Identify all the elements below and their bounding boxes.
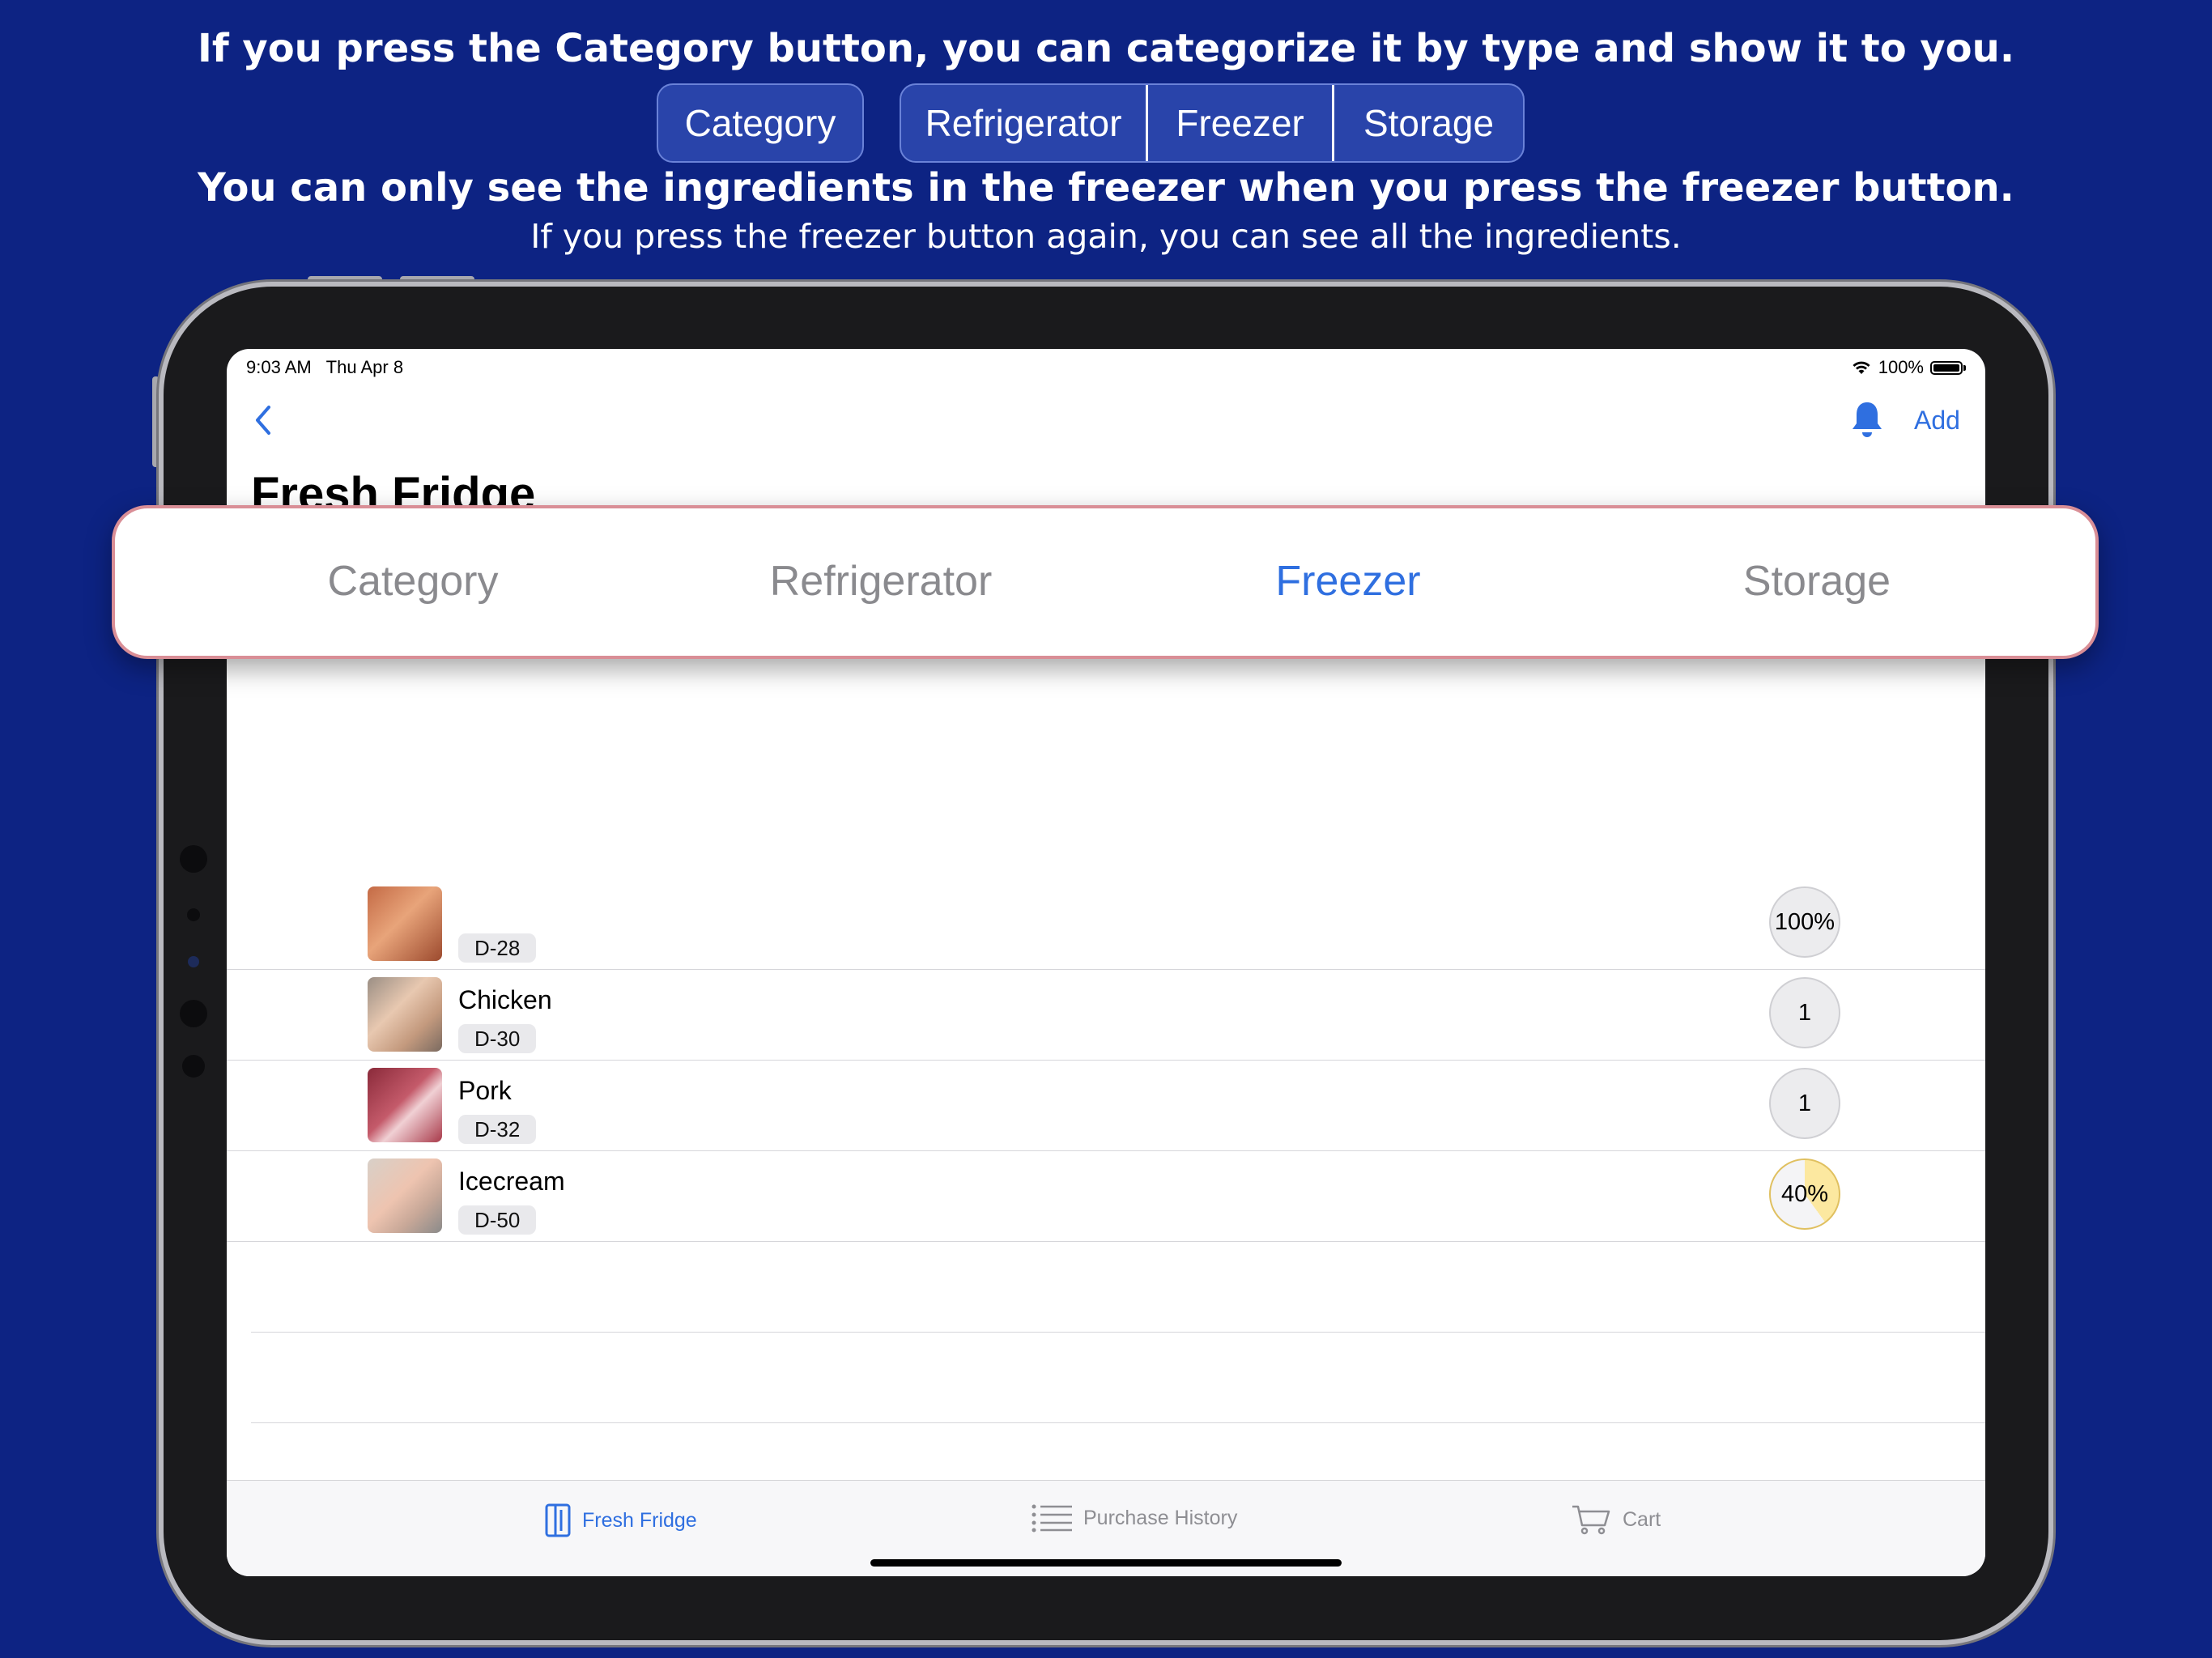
promo-segment-refrigerator: Refrigerator [901, 85, 1148, 161]
item-name: Icecream [458, 1167, 565, 1196]
item-dday-badge: D-50 [458, 1205, 537, 1235]
item-quantity[interactable]: 1 [1769, 1068, 1840, 1139]
empty-row-separator [251, 1332, 1985, 1333]
cart-icon [1572, 1505, 1610, 1535]
promo-headline: If you press the Category button, you ca… [197, 26, 2015, 71]
battery-percent: 100% [1878, 357, 1924, 377]
add-button[interactable]: Add [1914, 406, 1960, 436]
promo-caption: If you press the freezer button again, y… [530, 217, 1682, 256]
tab-fresh-fridge[interactable]: Fresh Fridge [545, 1503, 697, 1537]
category-filter-bar: Category Refrigerator Freezer Storage [112, 505, 2099, 659]
promo-segment-freezer: Freezer [1148, 85, 1334, 161]
promo-subheadline: You can only see the ingredients in the … [198, 165, 2014, 210]
list-icon [1032, 1504, 1072, 1533]
list-item[interactable]: Icecream D-50 40% [227, 1150, 1985, 1242]
bell-icon[interactable] [1849, 399, 1885, 440]
tab-cart[interactable]: Cart [1571, 1503, 1661, 1536]
item-dday-badge: D-30 [458, 1024, 537, 1053]
status-time-date: 9:03 AM Thu Apr 8 [246, 357, 403, 378]
camera-dot [180, 845, 207, 873]
tab-label: Purchase History [1083, 1506, 1238, 1529]
fridge-icon [545, 1503, 571, 1537]
item-name: Chicken [458, 985, 552, 1014]
list-item[interactable]: Pork D-32 1 [227, 1060, 1985, 1151]
battery-icon [1930, 360, 1963, 375]
item-quantity[interactable]: 100% [1769, 886, 1840, 958]
tab-label: Fresh Fridge [582, 1508, 697, 1532]
battery-tip [1963, 364, 1966, 371]
filter-refrigerator[interactable]: Refrigerator [678, 557, 1083, 606]
list-item[interactable]: Chicken D-30 1 [227, 969, 1985, 1061]
wifi-icon [1853, 361, 1870, 374]
home-indicator [870, 1559, 1342, 1567]
item-quantity-progress[interactable]: 40% [1769, 1158, 1840, 1230]
filter-freezer[interactable]: Freezer [1146, 557, 1551, 606]
item-name: Pork [458, 1076, 512, 1105]
item-thumbnail [368, 886, 442, 961]
chevron-left-icon[interactable] [248, 399, 280, 441]
promo-category-button: Category [657, 83, 864, 163]
camera-dot [180, 1000, 207, 1027]
item-thumbnail [368, 1158, 442, 1233]
item-quantity[interactable]: 1 [1769, 977, 1840, 1048]
camera-dot [187, 908, 200, 921]
filter-category[interactable]: Category [211, 557, 615, 606]
list-item[interactable]: D-28 100% [227, 878, 1985, 970]
item-thumbnail [368, 1068, 442, 1142]
tab-label: Cart [1623, 1507, 1661, 1531]
filter-storage[interactable]: Storage [1614, 557, 2019, 606]
tab-purchase-history[interactable]: Purchase History [1032, 1503, 1237, 1533]
promo-segmented-control: Refrigerator Freezer Storage [900, 83, 1525, 163]
empty-row-separator [251, 1422, 1985, 1423]
item-thumbnail [368, 977, 442, 1052]
item-dday-badge: D-32 [458, 1115, 537, 1144]
status-date: Thu Apr 8 [325, 357, 404, 377]
item-dday-badge: D-28 [458, 933, 537, 963]
status-right: 100% [1851, 357, 1966, 378]
camera-dot [188, 956, 199, 967]
promo-segment-storage: Storage [1363, 102, 1495, 144]
camera-dot [182, 1055, 205, 1078]
status-time: 9:03 AM [246, 357, 312, 377]
